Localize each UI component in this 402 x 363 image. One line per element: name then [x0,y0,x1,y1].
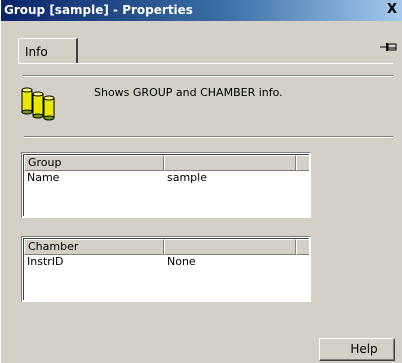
row-value: None [167,255,196,268]
separator [23,75,393,77]
info-description: Shows GROUP and CHAMBER info. [94,86,283,99]
column-header-value[interactable] [164,239,296,255]
table-row[interactable]: Name sample [24,171,296,185]
chamber-list-view[interactable]: Chamber InstrID None [21,236,311,302]
column-header-spacer [296,155,309,171]
tab-info[interactable]: Info [18,38,78,64]
close-button[interactable]: X [384,3,400,17]
pin-icon[interactable] [379,40,399,54]
column-header-chamber[interactable]: Chamber [24,239,164,255]
tab-info-label: Info [25,45,48,59]
help-button[interactable]: Help [319,338,395,361]
column-header-spacer [296,239,309,255]
window-title: Group [sample] - Properties [4,3,193,17]
list-header: Group [24,155,309,171]
row-value: sample [167,171,207,184]
group-list-view[interactable]: Group Name sample [21,152,311,218]
row-key: Name [27,171,60,184]
row-key: InstrID [27,255,64,268]
table-row[interactable]: InstrID None [24,255,296,269]
separator [24,136,393,138]
help-button-label: Help [350,342,378,356]
column-header-group[interactable]: Group [24,155,164,171]
column-header-value[interactable] [164,155,296,171]
title-bar[interactable]: Group [sample] - Properties X [1,0,402,21]
cylinders-icon [21,87,55,121]
properties-window: Group [sample] - Properties X Info Shows… [0,0,402,363]
list-header: Chamber [24,239,309,255]
